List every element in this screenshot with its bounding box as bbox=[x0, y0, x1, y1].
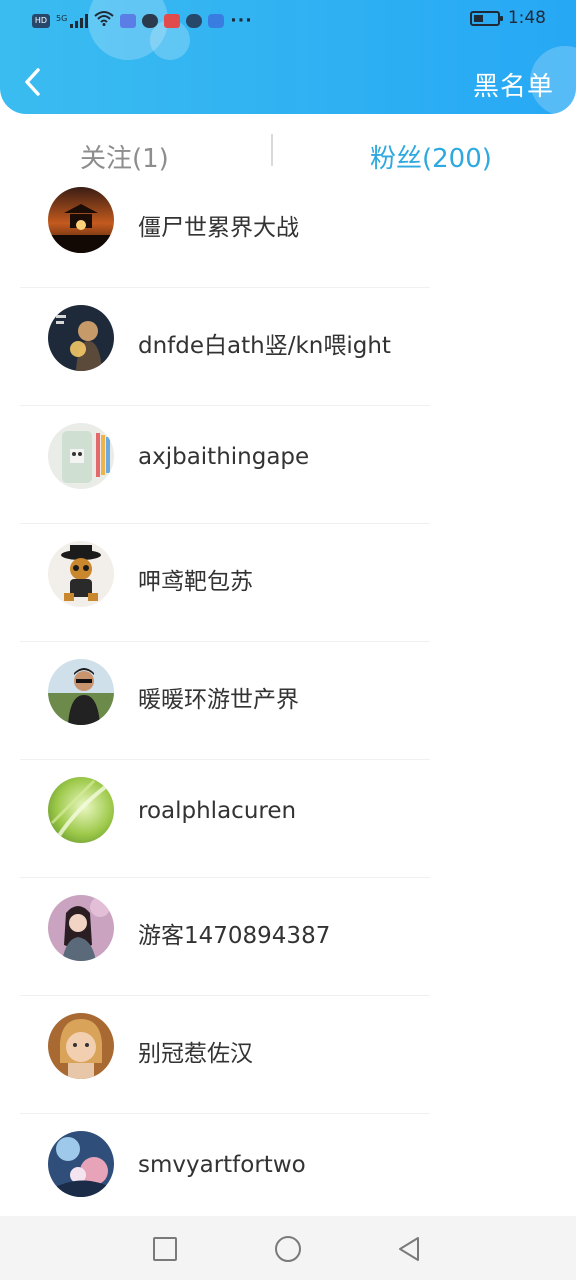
avatar bbox=[48, 1013, 114, 1079]
tab-follow[interactable]: 关注(1) bbox=[80, 138, 169, 175]
divider bbox=[20, 641, 430, 642]
music-icon bbox=[120, 13, 137, 28]
list-item[interactable]: 僵尸世累界大战 bbox=[0, 186, 576, 304]
divider bbox=[20, 1113, 430, 1114]
list-item[interactable]: 游客1470894387 bbox=[0, 894, 576, 1012]
fan-name: 暖暖环游世产界 bbox=[138, 687, 299, 713]
app-icon bbox=[208, 13, 225, 28]
signal-5g-icon: 5G bbox=[56, 13, 89, 28]
clock: 1:48 bbox=[507, 8, 546, 28]
list-item[interactable]: roalphlacuren bbox=[0, 776, 576, 894]
list-item[interactable]: 呷鸢靶包苏 bbox=[0, 540, 576, 658]
divider bbox=[20, 523, 430, 524]
fan-name: 游客1470894387 bbox=[138, 923, 331, 949]
recent-apps-square-icon bbox=[153, 1237, 177, 1261]
back-nav-button[interactable] bbox=[394, 1234, 424, 1264]
news-icon bbox=[164, 13, 181, 28]
home-button[interactable] bbox=[273, 1234, 303, 1264]
fan-name: 别冠惹佐汉 bbox=[138, 1041, 253, 1067]
fan-name: 僵尸世累界大战 bbox=[138, 215, 299, 241]
divider bbox=[20, 759, 430, 760]
back-triangle-icon bbox=[399, 1237, 419, 1261]
divider bbox=[20, 405, 430, 406]
chevron-left-icon bbox=[25, 68, 40, 96]
blacklist-button[interactable]: 黑名单 bbox=[473, 66, 554, 103]
more-dots-icon: ··· bbox=[230, 10, 253, 31]
tab-fans[interactable]: 粉丝(200) bbox=[370, 138, 492, 175]
wifi-icon bbox=[94, 10, 114, 31]
tab-divider bbox=[271, 134, 273, 166]
browser-icon bbox=[186, 13, 203, 28]
avatar bbox=[48, 1131, 114, 1197]
app-header: HD 5G ··· 1:48 黑名单 bbox=[0, 0, 576, 114]
avatar bbox=[48, 423, 114, 489]
system-nav-bar bbox=[0, 1216, 576, 1280]
list-item[interactable]: dnfde白ath竖/kn喂ight bbox=[0, 304, 576, 422]
wechat-icon bbox=[142, 13, 159, 28]
avatar bbox=[48, 541, 114, 607]
avatar bbox=[48, 305, 114, 371]
home-circle-icon bbox=[275, 1236, 301, 1262]
avatar bbox=[48, 187, 114, 253]
fan-name: 呷鸢靶包苏 bbox=[138, 569, 253, 595]
fan-name: smvyartfortwo bbox=[138, 1152, 306, 1178]
fan-name: dnfde白ath竖/kn喂ight bbox=[138, 333, 391, 359]
fan-name: roalphlacuren bbox=[138, 798, 297, 824]
tab-bar: 关注(1) 粉丝(200) bbox=[0, 118, 576, 188]
recent-apps-button[interactable] bbox=[150, 1234, 180, 1264]
list-item[interactable]: axjbaithingape bbox=[0, 422, 576, 540]
avatar bbox=[48, 777, 114, 843]
status-bar: HD 5G ··· 1:48 bbox=[0, 0, 576, 40]
back-button[interactable] bbox=[18, 62, 58, 102]
fan-name: axjbaithingape bbox=[138, 444, 310, 470]
avatar bbox=[48, 895, 114, 961]
battery-icon bbox=[469, 10, 503, 26]
divider bbox=[20, 877, 430, 878]
divider bbox=[20, 287, 430, 288]
divider bbox=[20, 995, 430, 996]
list-item[interactable]: 暖暖环游世产界 bbox=[0, 658, 576, 776]
hd-icon: HD bbox=[32, 13, 50, 28]
list-item[interactable]: 别冠惹佐汉 bbox=[0, 1012, 576, 1130]
avatar bbox=[48, 659, 114, 725]
